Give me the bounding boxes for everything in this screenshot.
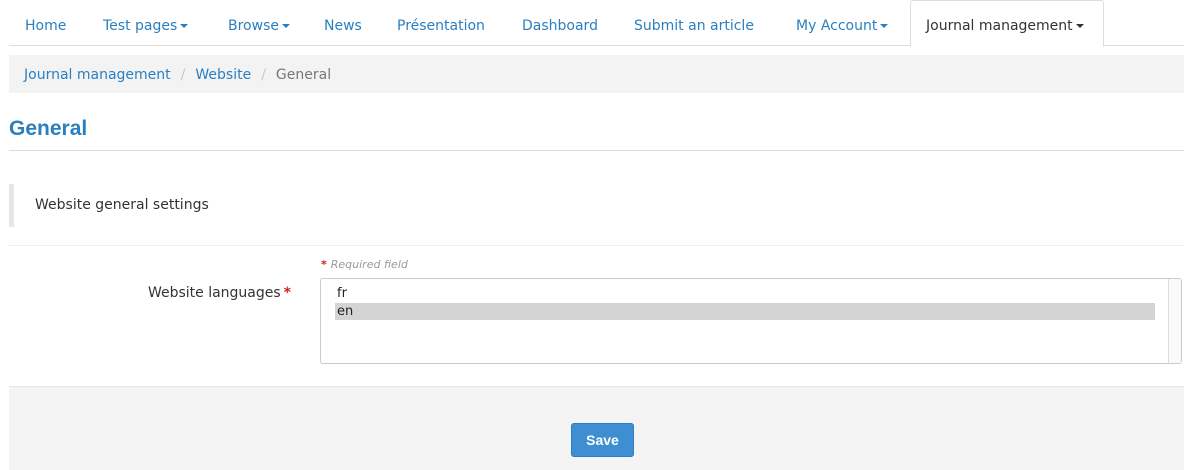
nav-test-pages[interactable]: Test pages	[103, 0, 189, 46]
breadcrumb-separator: /	[180, 67, 186, 83]
save-button[interactable]: Save	[571, 423, 634, 457]
chevron-down-icon	[281, 24, 290, 28]
required-field-note: * Required field	[321, 258, 408, 271]
main-navigation: Home Test pages Browse News Présentation…	[9, 0, 1184, 47]
nav-journal-management[interactable]: Journal management	[910, 0, 1104, 47]
title-divider	[9, 150, 1184, 151]
nav-my-account-label: My Account	[796, 18, 878, 34]
nav-my-account[interactable]: My Account	[796, 0, 889, 46]
nav-dashboard-label: Dashboard	[522, 18, 598, 34]
breadcrumb-separator: /	[261, 67, 266, 83]
chevron-down-icon	[880, 24, 889, 28]
nav-presentation[interactable]: Présentation	[397, 0, 485, 46]
website-languages-select[interactable]: fr en	[320, 278, 1182, 364]
nav-submit-article-label: Submit an article	[634, 18, 754, 34]
nav-browse[interactable]: Browse	[228, 0, 290, 46]
website-languages-label: Website languages *	[9, 285, 291, 301]
form-actions: Save	[9, 386, 1184, 470]
nav-home-label: Home	[25, 18, 67, 34]
website-languages-label-text: Website languages	[147, 285, 281, 301]
breadcrumb-current: General	[275, 67, 332, 83]
nav-dashboard[interactable]: Dashboard	[522, 0, 598, 46]
select-scrollbar[interactable]	[1168, 279, 1181, 363]
page-description-text: Website general settings	[35, 197, 209, 213]
breadcrumb-website[interactable]: Website	[195, 67, 251, 83]
nav-browse-label: Browse	[228, 18, 279, 34]
nav-news-label: News	[324, 18, 362, 34]
nav-home[interactable]: Home	[25, 0, 66, 46]
nav-presentation-label: Présentation	[397, 18, 485, 34]
breadcrumb-journal-management[interactable]: Journal management	[24, 67, 171, 83]
chevron-down-icon	[1075, 24, 1084, 28]
nav-news[interactable]: News	[324, 0, 362, 46]
page-description: Website general settings	[9, 184, 1184, 227]
nav-test-pages-label: Test pages	[103, 18, 178, 34]
required-star: *	[283, 285, 291, 301]
required-star: *	[321, 258, 327, 271]
nav-journal-management-label: Journal management	[926, 18, 1073, 34]
breadcrumb: Journal management / Website / General	[9, 55, 1184, 93]
section-divider	[9, 245, 1184, 246]
language-option-en[interactable]: en	[335, 303, 1155, 320]
language-option-fr[interactable]: fr	[335, 285, 1155, 302]
nav-submit-article[interactable]: Submit an article	[634, 0, 754, 46]
required-field-text: Required field	[330, 258, 408, 271]
page-title: General	[9, 117, 88, 140]
chevron-down-icon	[180, 24, 189, 28]
